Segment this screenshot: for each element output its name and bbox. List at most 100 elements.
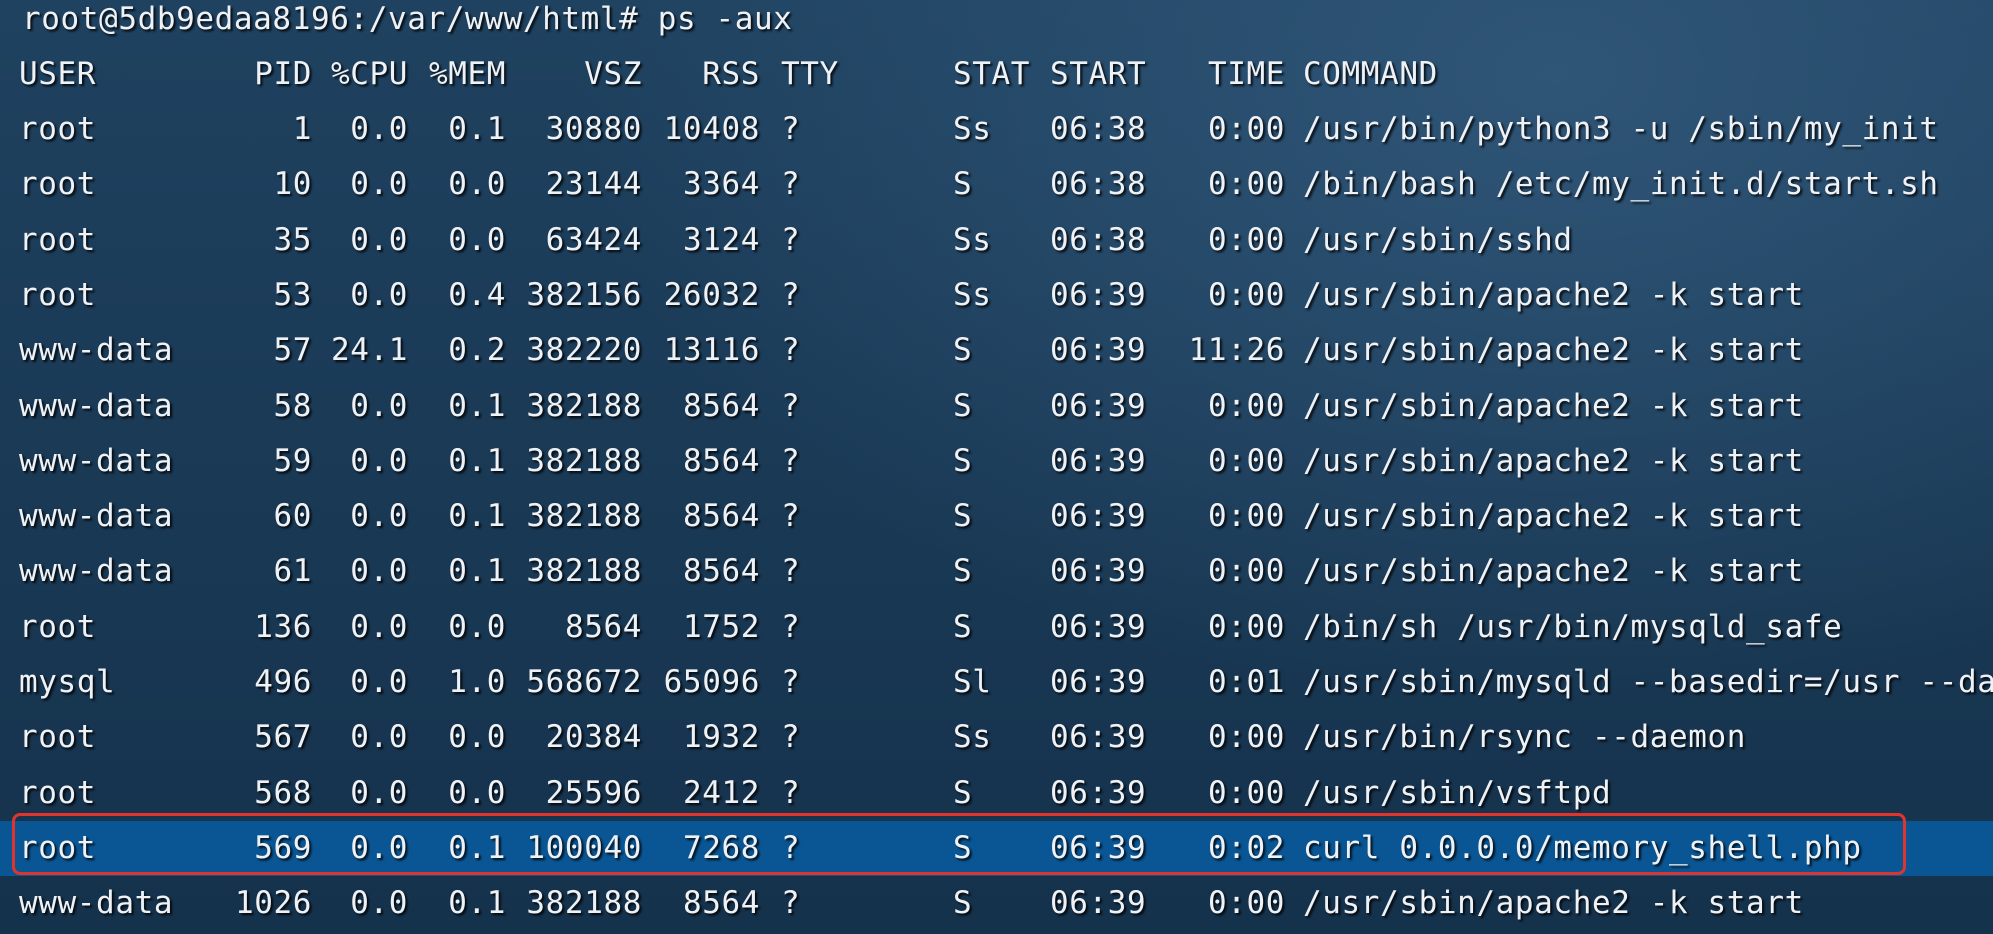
column-header-vsz: VSZ	[584, 56, 642, 92]
process-time: 0:00	[1207, 774, 1285, 811]
process-cpu: 0.0	[350, 719, 408, 756]
process-start: 06:39	[1050, 498, 1147, 535]
process-cpu: 0.0	[350, 774, 408, 811]
process-row[interactable]: www-data 58 0.0 0.1 382188 8564? S 06:39 0:00/us…	[0, 379, 1993, 434]
process-vsz: 382156	[526, 276, 642, 313]
column-header-rss: RSS	[702, 56, 760, 92]
process-cpu: 0.0	[350, 498, 408, 535]
process-tty: ?	[781, 166, 801, 203]
process-tty: ?	[781, 885, 801, 922]
process-row[interactable]: root 10 0.0 0.0 23144 3364? S 06:38 0:00/bin/bas…	[0, 157, 1993, 212]
process-row-selected[interactable]: root 569 0.0 0.1 100040 7268? S 06:39 0:02 curl 0…	[0, 820, 1993, 876]
process-tty: ?	[781, 387, 801, 424]
process-stat: Ss	[953, 719, 992, 756]
process-time: 0:00	[1207, 553, 1285, 590]
process-stat: Ss	[953, 276, 992, 313]
process-start: 06:39	[1050, 719, 1147, 756]
process-vsz: 382188	[526, 387, 642, 424]
process-row[interactable]: root 567 0.0 0.0 20384 1932? Ss 06:39 0:00/usr/b…	[0, 710, 1993, 765]
process-command: /usr/sbin/vsftpd	[1303, 774, 1612, 811]
process-user: root	[19, 111, 97, 147]
process-row[interactable]: root 53 0.0 0.4 382156 26032? Ss 06:39 0:00/usr/…	[0, 268, 1993, 323]
process-rss: 8564	[682, 553, 760, 590]
process-user: root	[19, 774, 97, 811]
process-mem: 0.1	[448, 111, 506, 147]
process-stat: S	[953, 166, 973, 203]
process-start: 06:39	[1050, 664, 1147, 700]
process-mem: 0.1	[448, 387, 506, 424]
process-rss: 8564	[682, 885, 760, 922]
process-vsz: 23144	[545, 166, 642, 203]
process-tty: ?	[781, 498, 801, 535]
process-row[interactable]: mysql 496 0.0 1.0 568672 65096? Sl 06:39 0:01/us…	[0, 655, 1993, 710]
process-tty: ?	[781, 276, 801, 313]
process-stat: Sl	[953, 664, 992, 700]
process-start: 06:39	[1050, 829, 1147, 866]
process-time: 0:00	[1207, 885, 1285, 922]
process-time: 0:00	[1207, 719, 1285, 756]
process-time: 0:02	[1207, 829, 1285, 866]
process-command: /bin/bash /etc/my_init.d/start.sh	[1303, 166, 1939, 203]
process-pid: 57	[273, 332, 312, 369]
process-user: www-data	[19, 553, 174, 590]
process-command: /usr/sbin/apache2 -k start	[1303, 442, 1804, 479]
process-stat: S	[953, 829, 973, 866]
column-header-mem: %MEM	[428, 56, 506, 92]
process-tty: ?	[781, 829, 801, 866]
process-row[interactable]: www-data 57 24.1 0.2 382220 13116? S 06:39 11:26…	[0, 323, 1993, 378]
process-user: root	[19, 276, 97, 313]
process-stat: S	[953, 498, 973, 535]
process-command: /bin/sh /usr/bin/mysqld_safe	[1303, 608, 1843, 645]
process-mem: 0.0	[448, 608, 506, 645]
process-user: www-data	[19, 885, 174, 922]
process-row[interactable]: www-data 61 0.0 0.1 382188 8564? S 06:39 0:00/us…	[0, 544, 1993, 599]
shell-prompt-line: root@5db9edaa8196:/var/www/html# ps -aux	[0, 0, 1993, 47]
process-row[interactable]: root 1 0.0 0.1 30880 10408? Ss 06:38 0:00/usr/bi…	[0, 102, 1993, 157]
process-user: www-data	[19, 498, 174, 535]
process-stat: S	[953, 332, 973, 369]
process-row[interactable]: root 136 0.0 0.0 8564 1752? S 06:39 0:00/bin/sh …	[0, 600, 1993, 655]
process-start: 06:39	[1050, 553, 1147, 590]
process-cpu: 0.0	[350, 166, 408, 203]
column-header-command: COMMAND	[1303, 56, 1438, 92]
process-pid: 136	[254, 608, 312, 645]
column-header-user: USER	[19, 56, 97, 92]
process-row[interactable]: root 35 0.0 0.0 63424 3124? Ss 06:38 0:00/usr/sb…	[0, 213, 1993, 268]
process-pid: 61	[273, 553, 312, 590]
process-mem: 0.1	[448, 885, 506, 922]
process-rss: 3124	[682, 221, 760, 258]
process-pid: 59	[273, 442, 312, 479]
terminal-window[interactable]: root@5db9edaa8196:/var/www/html# ps -aux…	[0, 0, 1993, 934]
process-row[interactable]: www-data 1026 0.0 0.1 382188 8564? S 06:39 0:00 /…	[0, 876, 1993, 931]
process-row[interactable]: www-data 59 0.0 0.1 382188 8564? S 06:39 0:00/us…	[0, 434, 1993, 489]
process-command: /usr/sbin/apache2 -k start	[1303, 885, 1804, 922]
process-user: root	[19, 221, 97, 258]
process-command: /usr/sbin/apache2 -k start	[1303, 387, 1804, 424]
process-user: root	[19, 829, 97, 866]
process-rss: 1932	[682, 719, 760, 756]
process-command: curl 0.0.0.0/memory_shell.php	[1303, 829, 1862, 866]
process-mem: 0.1	[448, 498, 506, 535]
process-time: 0:00	[1207, 166, 1285, 203]
process-mem: 0.0	[448, 221, 506, 258]
process-row[interactable]: root 568 0.0 0.0 25596 2412? S 06:39 0:00/usr/sb…	[0, 766, 1993, 821]
process-tty: ?	[781, 719, 801, 756]
process-cpu: 0.0	[350, 442, 408, 479]
process-start: 06:38	[1050, 111, 1147, 147]
process-mem: 0.4	[448, 276, 506, 313]
process-mem: 0.1	[448, 442, 506, 479]
process-cpu: 0.0	[350, 387, 408, 424]
process-start: 06:39	[1050, 774, 1147, 811]
process-time: 0:00	[1207, 498, 1285, 535]
process-pid: 58	[273, 387, 312, 424]
process-vsz: 568672	[526, 664, 642, 700]
process-cpu: 0.0	[350, 553, 408, 590]
process-user: mysql	[19, 664, 116, 700]
process-mem: 0.1	[448, 829, 506, 866]
process-stat: S	[953, 553, 973, 590]
process-row[interactable]: www-data 60 0.0 0.1 382188 8564? S 06:39 0:00/us…	[0, 489, 1993, 544]
process-pid: 569	[254, 829, 312, 866]
process-tty: ?	[781, 774, 801, 811]
shell-prompt: root@5db9edaa8196:/var/www/html# ps -aux	[22, 1, 793, 37]
process-rss: 8564	[682, 498, 760, 535]
